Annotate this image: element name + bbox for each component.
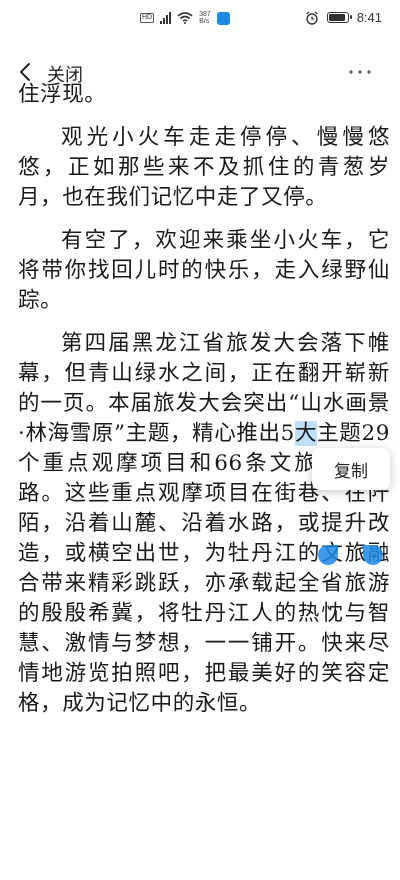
net-speed-unit: B/s [199, 18, 210, 25]
status-right: 8:41 [305, 10, 382, 25]
more-dots-icon[interactable] [348, 62, 372, 82]
article-paragraph-selected[interactable]: 第四届黑龙江省旅发大会落下帷幕，但青山绿水之间，正在翻开崭新的一页。本届旅发大会… [18, 329, 390, 719]
net-speed-value: 387 [199, 11, 211, 18]
status-indicators: HD 387 B/s [140, 11, 230, 25]
selection-end-handle[interactable] [363, 545, 383, 565]
status-bar: HD 387 B/s 8:41 [0, 0, 400, 36]
copy-button[interactable]: 复制 [312, 448, 390, 490]
selection-start-handle[interactable] [318, 545, 338, 565]
net-speed: 387 B/s [199, 11, 211, 25]
sim-hd-icon: HD [140, 13, 155, 23]
article-partial-line: 住浮现。 [18, 82, 107, 107]
wifi-icon [177, 12, 193, 24]
app-notification-icon [216, 11, 230, 25]
battery-fill [328, 14, 345, 21]
status-time: 8:41 [356, 10, 382, 25]
article-paragraph: 观光小火车走走停停、慢慢悠悠，正如那些来不及抓住的青葱岁月，也在我们记忆中走了又… [18, 125, 390, 210]
battery-icon [326, 12, 352, 23]
selected-text[interactable]: 大 [294, 421, 318, 446]
article-paragraph: 有空了，欢迎来乘坐小火车，它将带你找回儿时的快乐，走入绿野仙踪。 [18, 228, 390, 313]
alarm-icon [305, 10, 318, 25]
signal-icon [160, 12, 172, 24]
